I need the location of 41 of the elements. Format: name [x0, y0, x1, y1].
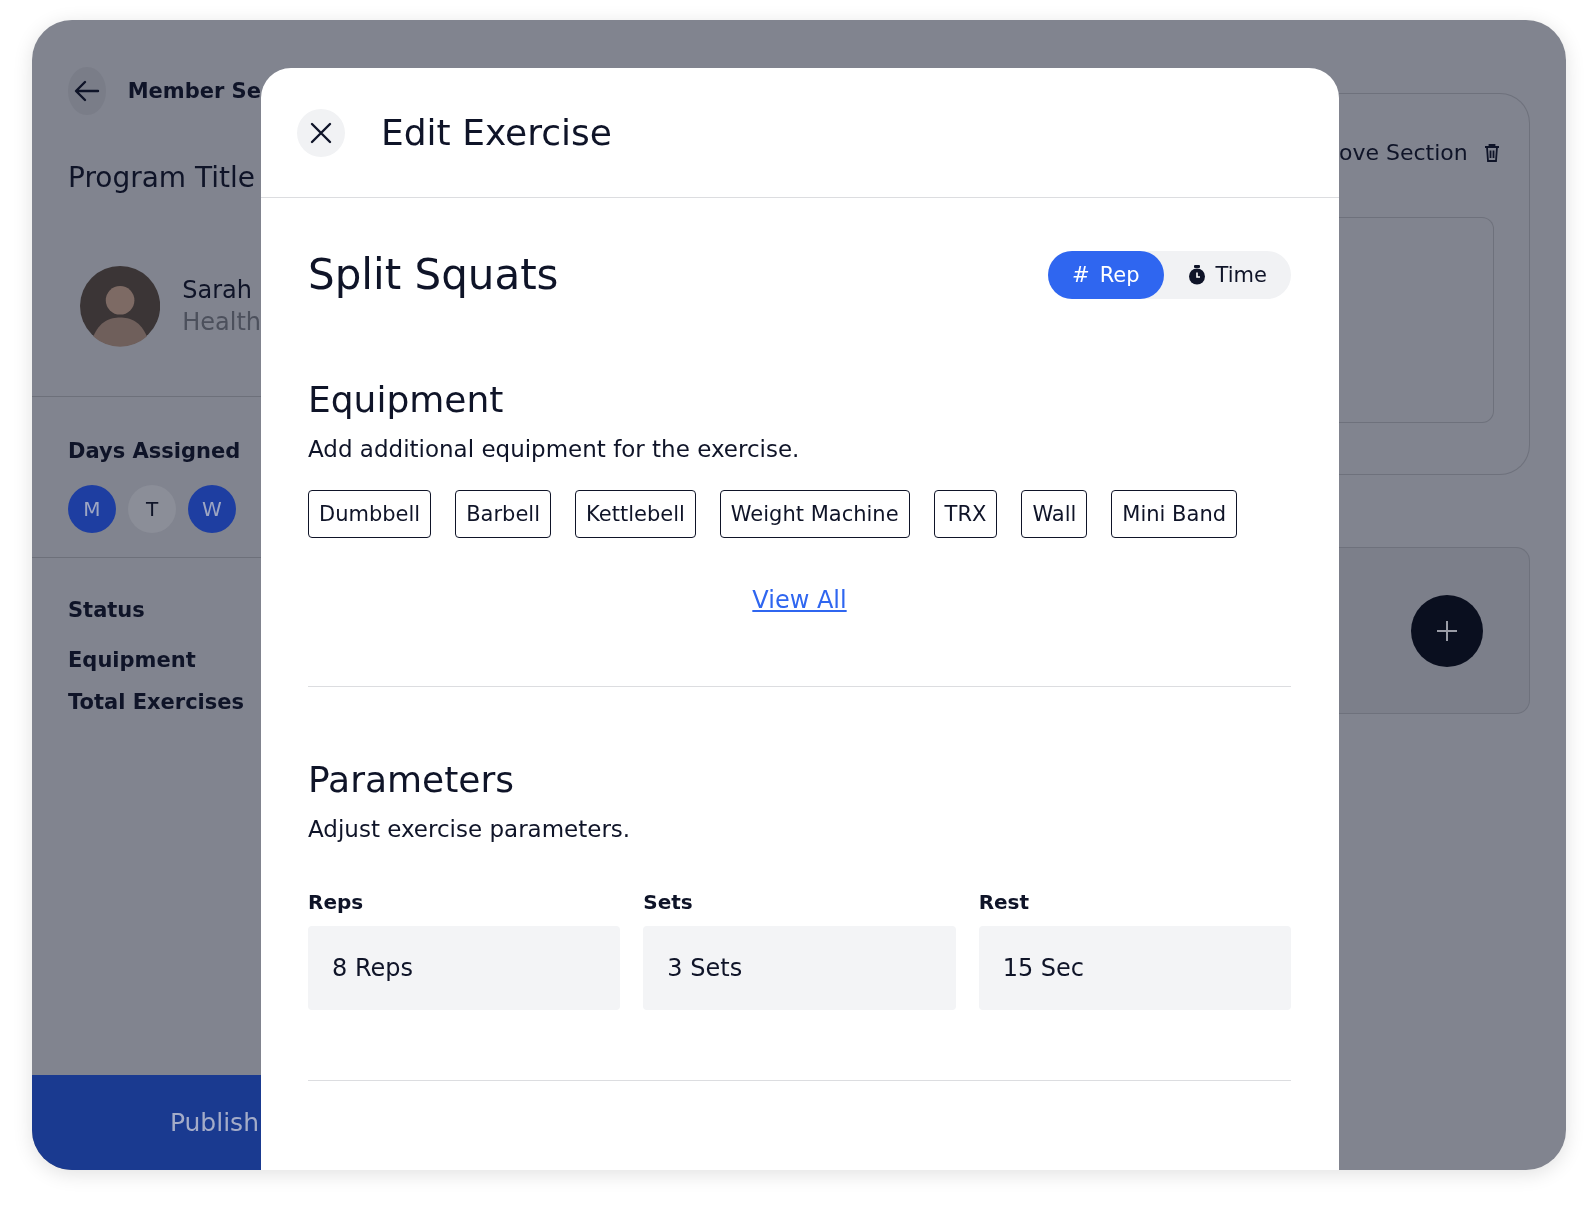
summary-label: Total Exercises: [68, 690, 246, 714]
days-assigned-label: Days Assigned: [67, 439, 242, 463]
plus-icon: [1435, 618, 1459, 643]
mode-option[interactable]: Time: [1163, 250, 1291, 299]
back-button[interactable]: [68, 67, 106, 115]
equipment-chip[interactable]: Dumbbell: [308, 490, 432, 538]
input-field[interactable]: 15 Sec: [978, 926, 1291, 1010]
page-title: Member Se: [127, 79, 261, 103]
publish-button[interactable]: Publish: [32, 1075, 261, 1170]
close-icon: [310, 121, 332, 144]
stopwatch-icon: [1187, 264, 1206, 285]
dialog-title: Edit Exercise: [381, 112, 612, 153]
field-label: Sets: [643, 890, 694, 914]
remove-section-link[interactable]: ove Section: [1339, 140, 1468, 165]
program-title: Program Title: [67, 161, 257, 194]
input-field[interactable]: 8 Reps: [308, 926, 621, 1010]
section-description: Add additional equipment for the exercise.: [308, 436, 801, 462]
day-toggle[interactable]: W: [188, 485, 236, 533]
section-description: Adjust exercise parameters.: [308, 816, 632, 842]
equipment-chip[interactable]: Wall: [1021, 490, 1088, 538]
equipment-chip[interactable]: TRX: [933, 490, 998, 538]
equipment-chip[interactable]: Mini Band: [1111, 490, 1238, 538]
day-toggle[interactable]: M: [68, 485, 116, 533]
coach-name: Sarah: [182, 276, 253, 304]
field-label: Rest: [978, 890, 1031, 914]
summary-label: Status: [68, 598, 146, 622]
input-field[interactable]: 3 Sets: [643, 926, 956, 1010]
equipment-chip[interactable]: Weight Machine: [719, 490, 910, 538]
field-label: Reps: [308, 890, 365, 914]
trash-icon[interactable]: [1483, 142, 1500, 163]
exercise-name: Split Squats: [308, 250, 559, 299]
summary-label: Equipment: [68, 648, 197, 672]
view-all-link[interactable]: View All: [752, 586, 847, 614]
equipment-chip[interactable]: Barbell: [455, 490, 551, 538]
mode-option[interactable]: # Rep: [1048, 250, 1164, 299]
day-toggle[interactable]: T: [128, 485, 176, 533]
equipment-chip[interactable]: Kettlebell: [575, 490, 696, 538]
close-button[interactable]: [297, 108, 345, 157]
back-arrow-icon: [73, 80, 100, 102]
section-heading: Equipment: [308, 379, 505, 420]
section-heading: Parameters: [308, 759, 516, 800]
